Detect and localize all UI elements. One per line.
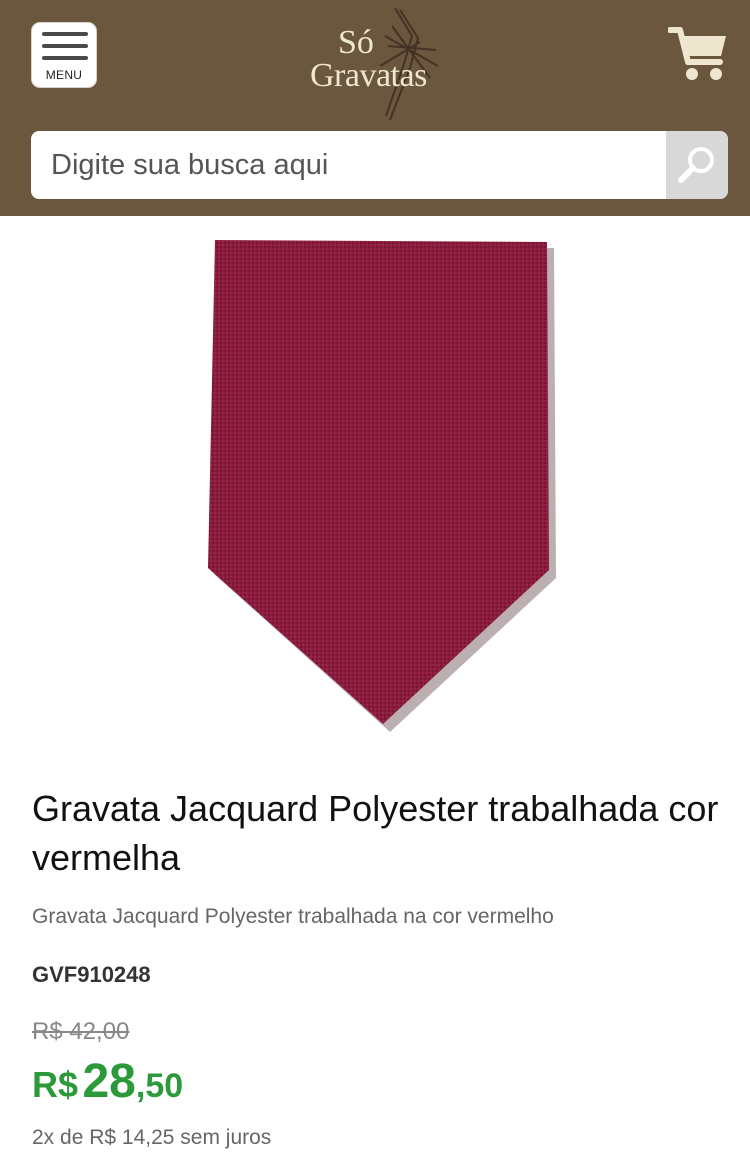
price-currency: R$ [32, 1064, 79, 1105]
cart-button[interactable] [667, 24, 730, 84]
search-bar [31, 131, 728, 199]
current-price: R$ 28,50 [32, 1058, 183, 1106]
search-button[interactable] [666, 131, 728, 199]
price-decimal: ,50 [135, 1067, 184, 1105]
cart-icon [667, 27, 726, 80]
product-title: Gravata Jacquard Polyester trabalhada co… [32, 788, 719, 878]
installments-info: 2x de R$ 14,25 sem juros [32, 1126, 272, 1149]
site-logo[interactable]: Só Gravatas [300, 6, 450, 124]
search-input[interactable] [31, 131, 666, 199]
logo-text-gravatas: Gravatas [310, 57, 427, 94]
logo-text-so: Só [338, 24, 374, 61]
menu-label: MENU [45, 68, 83, 82]
search-icon [678, 147, 714, 183]
price-integer: 28 [82, 1055, 136, 1108]
product-image [200, 238, 560, 733]
product-sku: GVF910248 [32, 962, 151, 987]
old-price: R$ 42,00 [32, 1018, 130, 1045]
product-description: Gravata Jacquard Polyester trabalhada na… [32, 905, 554, 928]
hamburger-icon [42, 32, 88, 68]
menu-button[interactable]: MENU [31, 22, 97, 88]
site-header: MENU Só Gravatas [0, 0, 750, 216]
